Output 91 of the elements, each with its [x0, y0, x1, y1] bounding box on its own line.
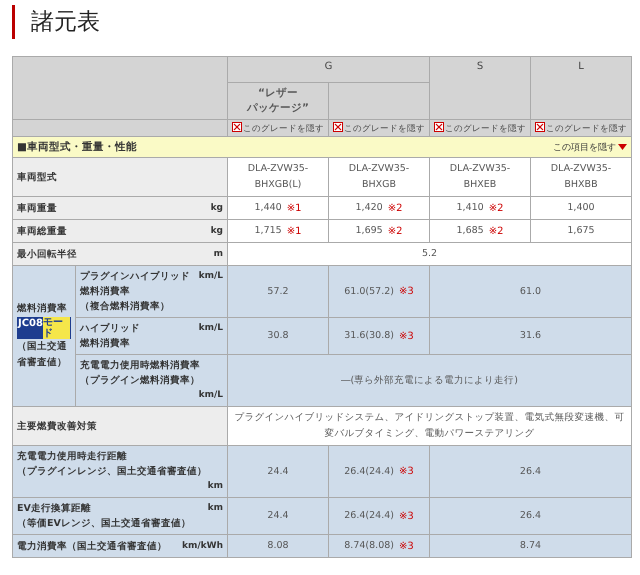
section-title: ■車両型式・重量・性能: [17, 140, 137, 154]
close-icon: [333, 122, 343, 132]
cell-value: BHXEB: [462, 178, 498, 192]
footnote-mark: ※3: [398, 466, 414, 477]
row-label: 燃料消費率: [80, 284, 130, 299]
cell-value: 5.2: [422, 247, 438, 261]
cell-value: 30.8: [267, 329, 289, 343]
cell-value: 8.74: [520, 539, 542, 553]
row-label: （複合燃料消費率）: [80, 300, 170, 314]
cell-value: DLA-ZVW35-: [550, 162, 612, 176]
badge-suffix: モード: [42, 317, 70, 339]
hide-grade-link[interactable]: このグレードを隠す: [546, 124, 627, 134]
row-label: 充電電力使用時走行距離: [17, 450, 127, 464]
row-label: （プラグインレンジ、国土交通省審査値）: [17, 464, 207, 479]
hide-grade-link[interactable]: このグレードを隠す: [344, 124, 425, 134]
footnote-mark: ※2: [488, 226, 504, 236]
cell-value: 24.4: [267, 464, 289, 478]
hide-grade-link[interactable]: このグレードを隠す: [243, 124, 324, 134]
unit-label: m: [214, 248, 223, 260]
cell-value: 1,440: [254, 201, 282, 215]
unit-label: km/kWh: [182, 540, 223, 552]
cell-value: BHXBB: [563, 178, 599, 192]
cell-value: ―(専ら外部充電による電力により走行): [341, 374, 518, 388]
cell-value: 8.74(8.08): [344, 539, 394, 553]
cell-value: 26.4: [520, 464, 542, 478]
cell-value: 24.4: [267, 509, 289, 523]
cell-value: 61.0: [520, 284, 542, 298]
row-label: EV走行換算距離: [17, 502, 91, 516]
cell-value: 61.0(57.2): [344, 284, 394, 298]
row-label: 電力消費率（国土交通省審査値）: [17, 540, 167, 554]
close-icon: [434, 122, 444, 132]
cell-value: BHXGB(L): [254, 178, 302, 192]
footnote-mark: ※2: [388, 226, 402, 236]
unit-label: km: [208, 502, 223, 515]
cell-value: 1,685: [456, 224, 484, 238]
cell-value: 31.6(30.8): [344, 329, 394, 343]
cell-value: 8.08: [267, 539, 289, 553]
cell-value: 57.2: [267, 284, 289, 298]
grade-header: L: [530, 56, 632, 120]
cell-value: 1,695: [356, 224, 383, 238]
row-label: 最小回転半径: [17, 248, 77, 262]
row-label: （プラグイン燃料消費率）: [80, 374, 200, 388]
cell-value: 1,420: [356, 201, 383, 215]
cell-value: 1,400: [567, 201, 595, 215]
variant-header: パッケージ”: [246, 101, 310, 116]
footnote-mark: ※1: [286, 202, 302, 214]
footnote-mark: ※3: [398, 330, 414, 342]
row-label: プラグインハイブリッド: [80, 270, 190, 284]
cell-value: 26.4: [520, 509, 542, 523]
unit-label: kg: [210, 202, 223, 214]
cell-value: プラグインハイブリッドシステム、アイドリングストップ装置、電気式無段変速機、可変バルブタイミング、電動パワーステアリング: [234, 411, 626, 441]
cell-value: 1,675: [567, 224, 595, 238]
row-label: （等価EVレンジ、国土交通省審査値）: [17, 516, 191, 531]
grade-header: G: [228, 56, 430, 82]
unit-label: km/L: [198, 389, 223, 402]
row-label: ハイブリッド: [80, 322, 140, 336]
cell-value: 31.6: [520, 329, 542, 343]
row-label: 車両重量: [17, 202, 57, 216]
cell-value: DLA-ZVW35-: [248, 162, 308, 176]
cell-value: 1,715: [254, 224, 282, 238]
page-title: 諸元表: [12, 5, 640, 39]
unit-label: kg: [210, 224, 223, 238]
close-icon: [535, 122, 545, 132]
unit-label: km: [208, 480, 223, 493]
cell-value: DLA-ZVW35-: [450, 162, 510, 176]
cell-value: 26.4(24.4): [344, 509, 394, 523]
hide-section-link[interactable]: この項目を隠す: [553, 140, 616, 154]
footnote-mark: ※1: [286, 226, 302, 236]
unit-label: km/L: [198, 270, 223, 283]
footnote-mark: ※2: [388, 202, 402, 214]
row-label: 充電電力使用時燃料消費率: [80, 358, 200, 373]
unit-label: km/L: [198, 322, 223, 335]
row-label: 車両型式: [17, 170, 57, 184]
footnote-mark: ※3: [398, 510, 414, 522]
group-note: （国土交通省審査値）: [17, 340, 68, 370]
group-label: 燃料消費率: [17, 302, 68, 316]
row-label: 主要燃費改善対策: [17, 420, 97, 434]
footnote-mark: ※3: [398, 540, 414, 552]
row-label: 車両総重量: [17, 224, 67, 238]
badge-text: JC08: [18, 317, 43, 330]
hide-grade-link[interactable]: このグレードを隠す: [445, 124, 526, 134]
cell-value: BHXGB: [360, 178, 398, 192]
cell-value: DLA-ZVW35-: [348, 162, 410, 176]
variant-header: “レザー: [257, 86, 299, 101]
cell-value: 1,410: [456, 201, 484, 215]
cell-value: 26.4(24.4): [344, 464, 394, 478]
footnote-mark: ※2: [488, 202, 504, 214]
row-label: 燃料消費率: [80, 336, 130, 351]
grade-header: S: [430, 56, 530, 120]
footnote-mark: ※3: [398, 286, 414, 297]
close-icon: [232, 122, 242, 132]
